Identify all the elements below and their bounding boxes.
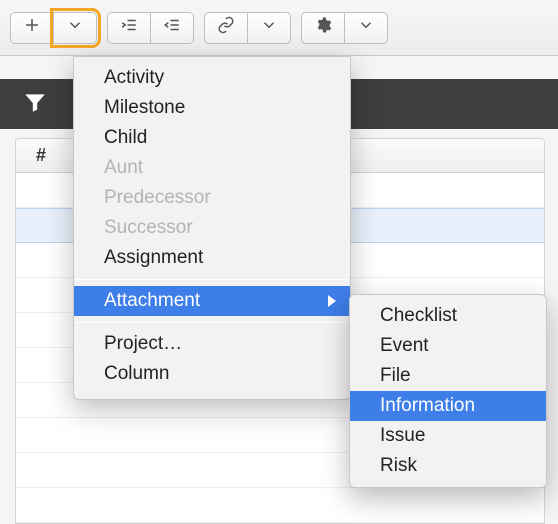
menu-item-predecessor: Predecessor <box>74 183 350 213</box>
menu-item-label: Aunt <box>104 157 143 179</box>
menu-item-successor: Successor <box>74 213 350 243</box>
attachment-submenu: Checklist Event File Information Issue R… <box>349 294 547 488</box>
toolbar <box>0 0 558 56</box>
menu-item-label: Checklist <box>380 305 457 327</box>
menu-separator <box>76 322 348 323</box>
submenu-item-information[interactable]: Information <box>350 391 546 421</box>
link-icon <box>217 16 235 39</box>
menu-item-label: Attachment <box>104 290 200 312</box>
submenu-item-checklist[interactable]: Checklist <box>350 301 546 331</box>
chevron-down-icon <box>260 16 278 39</box>
indent-icon <box>120 16 138 39</box>
chevron-down-icon <box>357 16 375 39</box>
outdent-button[interactable] <box>151 12 194 44</box>
menu-separator <box>76 279 348 280</box>
add-button[interactable] <box>10 12 54 44</box>
link-button[interactable] <box>204 12 248 44</box>
menu-item-aunt: Aunt <box>74 153 350 183</box>
outdent-icon <box>163 16 181 39</box>
submenu-item-risk[interactable]: Risk <box>350 451 546 481</box>
add-menu: Activity Milestone Child Aunt Predecesso… <box>73 56 351 400</box>
column-header-number: # <box>36 145 46 166</box>
menu-item-label: Successor <box>104 217 193 239</box>
menu-item-label: Risk <box>380 455 417 477</box>
menu-item-project[interactable]: Project… <box>74 329 350 359</box>
menu-item-activity[interactable]: Activity <box>74 63 350 93</box>
gear-button-group <box>301 12 388 44</box>
menu-item-milestone[interactable]: Milestone <box>74 93 350 123</box>
menu-item-label: Issue <box>380 425 425 447</box>
menu-item-assignment[interactable]: Assignment <box>74 243 350 273</box>
settings-button[interactable] <box>301 12 345 44</box>
menu-item-column[interactable]: Column <box>74 359 350 389</box>
add-dropdown-button[interactable] <box>54 12 97 44</box>
gear-icon <box>314 16 332 39</box>
plus-icon <box>23 16 41 39</box>
submenu-item-event[interactable]: Event <box>350 331 546 361</box>
filter-icon[interactable] <box>22 89 48 120</box>
indent-button-group <box>107 12 194 44</box>
add-button-group <box>10 12 97 44</box>
menu-item-label: Milestone <box>104 97 185 119</box>
menu-item-label: Child <box>104 127 147 149</box>
menu-item-label: Event <box>380 335 429 357</box>
submenu-item-file[interactable]: File <box>350 361 546 391</box>
menu-item-label: Project… <box>104 333 182 355</box>
menu-item-child[interactable]: Child <box>74 123 350 153</box>
menu-item-attachment[interactable]: Attachment <box>74 286 350 316</box>
menu-item-label: Column <box>104 363 169 385</box>
table-row[interactable] <box>16 488 544 523</box>
menu-item-label: Information <box>380 395 475 417</box>
submenu-item-issue[interactable]: Issue <box>350 421 546 451</box>
indent-button[interactable] <box>107 12 151 44</box>
link-dropdown-button[interactable] <box>248 12 291 44</box>
settings-dropdown-button[interactable] <box>345 12 388 44</box>
menu-item-label: Activity <box>104 67 164 89</box>
menu-item-label: Assignment <box>104 247 203 269</box>
submenu-arrow-icon <box>328 295 336 307</box>
menu-item-label: Predecessor <box>104 187 211 209</box>
link-button-group <box>204 12 291 44</box>
menu-item-label: File <box>380 365 411 387</box>
chevron-down-icon <box>66 16 84 39</box>
